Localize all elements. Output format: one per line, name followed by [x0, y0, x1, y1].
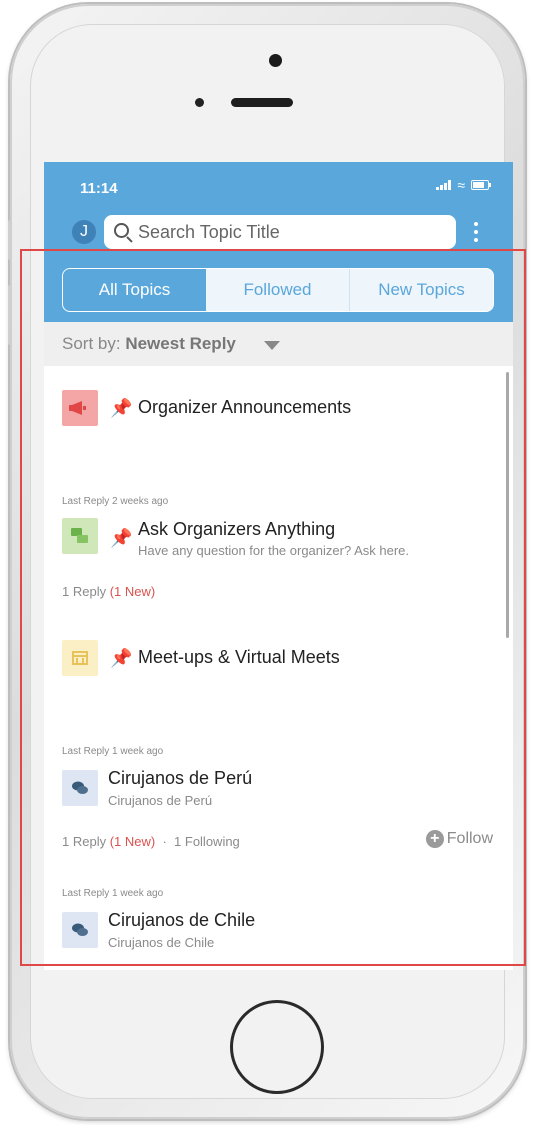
tab-new-topics[interactable]: New Topics	[349, 269, 493, 311]
topic-title: Cirujanos de Chile	[108, 910, 256, 930]
plus-circle-icon: +	[425, 830, 444, 848]
avatar[interactable]: J	[72, 220, 96, 244]
search-icon	[114, 223, 129, 238]
front-camera	[269, 54, 282, 67]
last-reply-time: Last Reply 1 week ago	[62, 888, 164, 899]
pin-icon: 📌	[110, 648, 133, 668]
volume-up-button	[8, 285, 12, 345]
topic-card-cirujanos-peru[interactable]: Last Reply 1 week ago Cirujanos de Perú …	[44, 726, 513, 869]
caret-down-icon[interactable]	[264, 341, 280, 350]
pin-icon: 📌	[110, 398, 133, 418]
topic-title: Meet-ups & Virtual Meets	[138, 647, 340, 667]
tab-followed[interactable]: Followed	[206, 269, 349, 311]
reply-meta: 1 Reply (1 New)	[62, 584, 155, 599]
status-icons: ≈	[436, 177, 491, 193]
reply-meta: 1 Reply (1 New) · 1 Following	[62, 834, 240, 849]
reply-count: 1 Reply	[62, 834, 107, 849]
tab-all-topics[interactable]: All Topics	[63, 269, 206, 311]
home-button[interactable]	[230, 1000, 324, 1094]
topic-subtitle: Cirujanos de Chile	[108, 935, 215, 950]
megaphone-icon	[62, 390, 98, 426]
search-input[interactable]	[136, 215, 440, 249]
topic-card-meetups[interactable]: 📌 Meet-ups & Virtual Meets	[44, 616, 513, 727]
topic-card-cirujanos-chile[interactable]: Last Reply 1 week ago Cirujanos de Chile…	[44, 868, 513, 970]
topic-card-ask-organizers[interactable]: Last Reply 2 weeks ago 📌 Ask Organizers …	[44, 476, 513, 617]
new-count: (1 New)	[109, 834, 156, 849]
topic-title: Cirujanos de Perú	[108, 768, 253, 788]
last-reply-time: Last Reply 1 week ago	[62, 746, 164, 757]
follow-button[interactable]: + Follow	[425, 830, 493, 848]
following-count: 1 Following	[174, 834, 240, 849]
sort-bar[interactable]: Sort by: Newest Reply	[44, 322, 513, 366]
topic-title: Organizer Announcements	[138, 397, 352, 417]
topic-tabs: All Topics Followed New Topics	[62, 268, 494, 312]
app-header: 11:14 ≈ J All Topics Followed New Topics	[44, 162, 513, 322]
reply-count: 1 Reply	[62, 584, 107, 599]
sort-value[interactable]: Newest Reply	[125, 334, 236, 353]
proximity-sensor	[195, 98, 204, 107]
last-reply-time: Last Reply 2 weeks ago	[62, 496, 169, 507]
sort-label: Sort by:	[62, 334, 121, 353]
meta-separator: ·	[162, 834, 167, 849]
topic-subtitle: Cirujanos de Perú	[108, 793, 213, 808]
new-count: (1 New)	[109, 584, 156, 599]
discussion-icon	[62, 912, 98, 948]
mute-switch	[8, 220, 12, 260]
topic-title: Ask Organizers Anything	[138, 519, 336, 539]
earpiece-speaker	[231, 98, 293, 107]
scrollbar[interactable]	[506, 372, 509, 638]
topic-card-organizer-announcements[interactable]: 📌 Organizer Announcements	[44, 366, 513, 477]
signal-icon	[436, 180, 452, 190]
chat-icon	[62, 518, 98, 554]
more-options-icon[interactable]	[472, 222, 480, 242]
app-screen: 11:14 ≈ J All Topics Followed New Topics…	[44, 162, 513, 970]
search-bar[interactable]	[104, 215, 456, 249]
pin-icon: 📌	[110, 528, 133, 548]
battery-icon	[471, 180, 491, 190]
status-time: 11:14	[80, 180, 118, 197]
calendar-icon	[62, 640, 98, 676]
discussion-icon	[62, 770, 98, 806]
follow-label: Follow	[446, 830, 493, 847]
topic-subtitle: Have any question for the organizer? Ask…	[138, 543, 409, 558]
wifi-icon: ≈	[457, 177, 465, 193]
